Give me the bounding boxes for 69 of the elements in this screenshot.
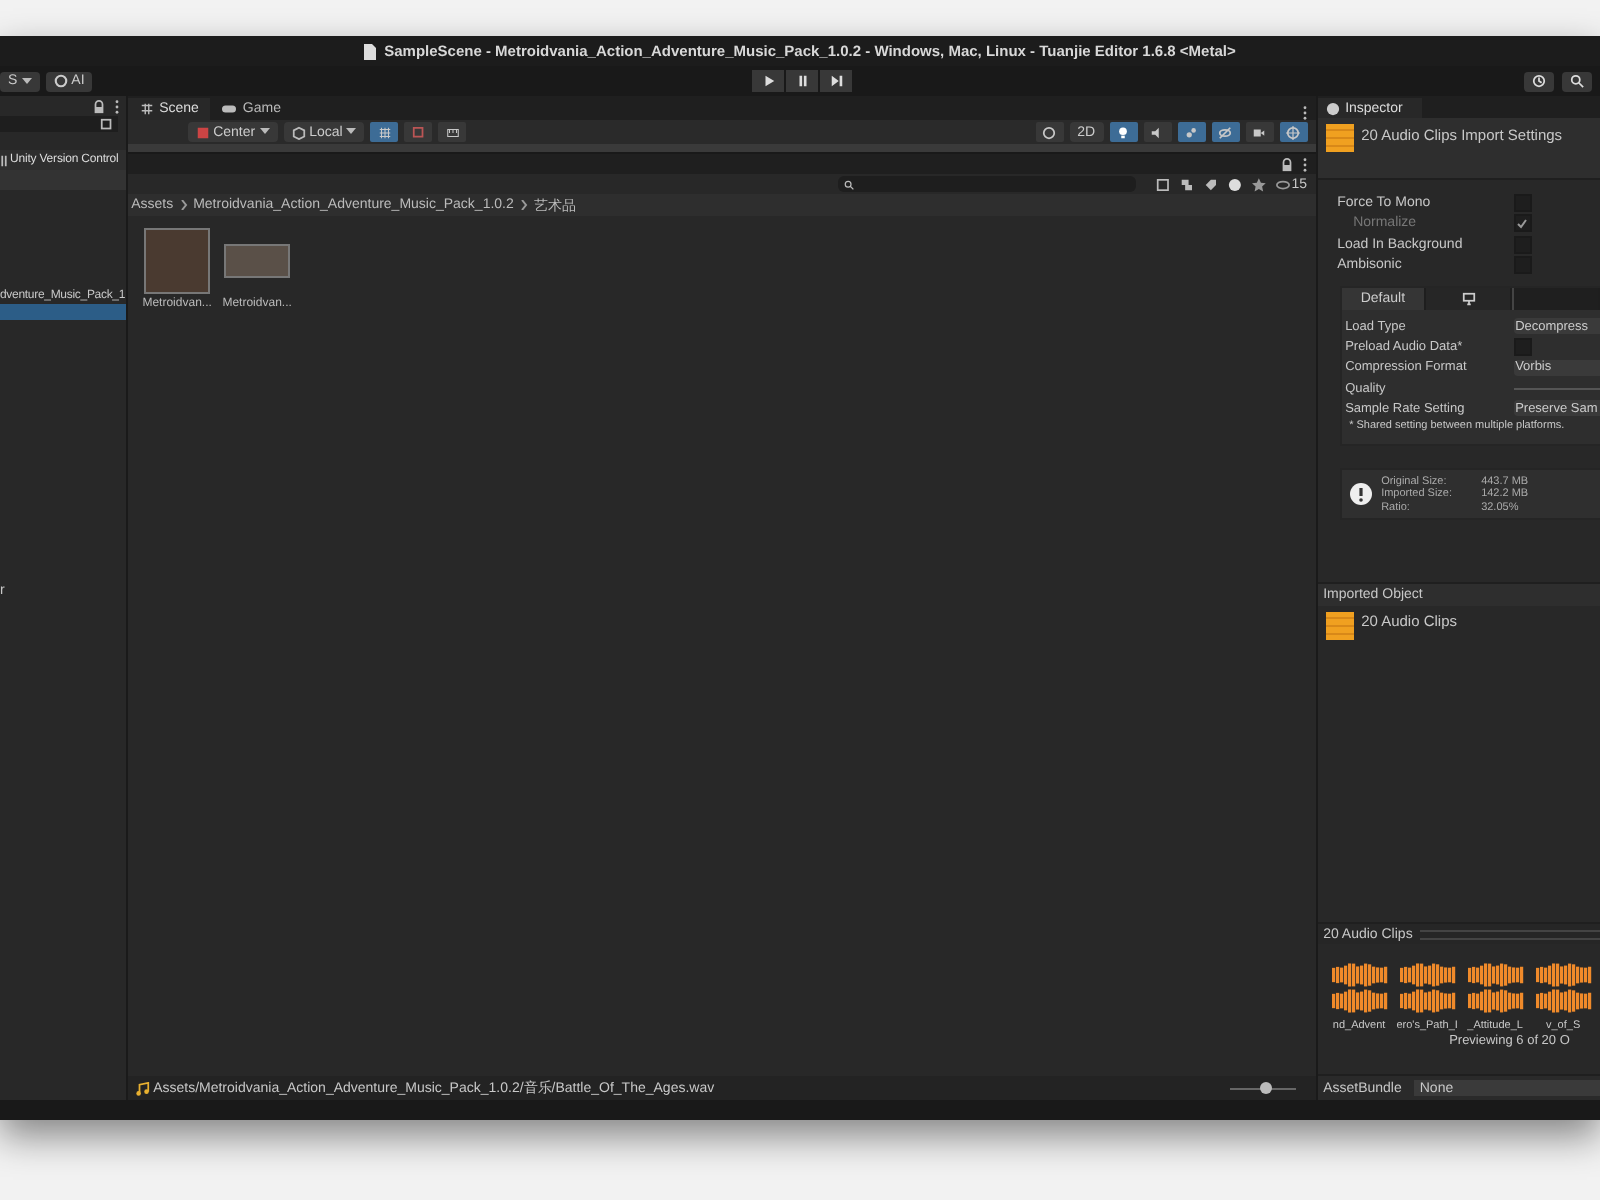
camera-icon bbox=[1252, 125, 1267, 139]
speaker-icon bbox=[1150, 125, 1165, 139]
chevron-icon bbox=[179, 200, 188, 210]
play-icon bbox=[761, 74, 775, 88]
search-filter-icon[interactable] bbox=[1156, 177, 1171, 191]
image-thumbnail bbox=[144, 228, 211, 294]
waveform-icon bbox=[1535, 962, 1592, 1014]
effects-icon bbox=[1184, 125, 1199, 139]
grid-icon bbox=[377, 125, 392, 139]
chevron-icon bbox=[519, 200, 528, 210]
toggle-button[interactable] bbox=[1109, 122, 1138, 142]
eye-icon bbox=[1275, 177, 1290, 191]
toggle-button[interactable] bbox=[1035, 122, 1064, 142]
eye-slash-icon bbox=[1218, 125, 1233, 139]
audio-clip-icon bbox=[1325, 124, 1354, 152]
toggle-button[interactable] bbox=[1143, 122, 1172, 142]
music-note-icon bbox=[135, 1081, 150, 1095]
lock-icon[interactable] bbox=[91, 99, 106, 113]
more-options-icon[interactable] bbox=[1301, 106, 1308, 120]
bulb-icon bbox=[1116, 125, 1131, 139]
toggle-button[interactable] bbox=[404, 122, 433, 142]
step-icon bbox=[829, 74, 843, 88]
pivot-icon bbox=[195, 125, 210, 139]
circle-icon bbox=[1042, 125, 1057, 139]
zoom-slider[interactable] bbox=[1229, 1081, 1296, 1095]
audio-clip-icon bbox=[1325, 612, 1354, 641]
lock-icon[interactable] bbox=[1279, 157, 1294, 171]
search-field[interactable] bbox=[837, 176, 1137, 192]
ruler-icon bbox=[445, 125, 460, 139]
waveform-icon bbox=[1331, 962, 1388, 1014]
more-options-icon[interactable] bbox=[1301, 157, 1308, 171]
grid-icon bbox=[139, 102, 154, 116]
slider-thumb[interactable] bbox=[1259, 1081, 1272, 1093]
square-icon bbox=[411, 125, 426, 139]
toggle-button[interactable] bbox=[1177, 122, 1206, 142]
toggle-button[interactable] bbox=[1279, 122, 1308, 142]
pause-button[interactable] bbox=[786, 70, 818, 92]
search-icon bbox=[843, 179, 854, 189]
search-icon bbox=[1570, 74, 1584, 88]
more-options-icon[interactable] bbox=[113, 99, 120, 113]
type-filter-icon[interactable] bbox=[1180, 177, 1195, 191]
waveform-icon bbox=[1467, 962, 1524, 1014]
play-button[interactable] bbox=[752, 70, 784, 92]
star-icon[interactable] bbox=[1251, 177, 1266, 191]
caret-icon bbox=[21, 77, 32, 85]
toggle-button[interactable] bbox=[1211, 122, 1240, 142]
toggle-button[interactable] bbox=[370, 122, 399, 142]
step-button[interactable] bbox=[820, 70, 852, 92]
toggle-button[interactable] bbox=[1245, 122, 1274, 142]
history-button[interactable] bbox=[1524, 71, 1554, 91]
history-icon bbox=[1532, 74, 1546, 88]
search-field[interactable] bbox=[0, 116, 118, 132]
waveform-icon bbox=[1399, 962, 1456, 1014]
caret-icon bbox=[259, 128, 270, 136]
checkbox[interactable] bbox=[1513, 337, 1532, 356]
monitor-icon bbox=[1461, 292, 1476, 306]
globe-icon bbox=[1286, 125, 1301, 139]
search-button[interactable] bbox=[1562, 71, 1592, 91]
image-thumbnail bbox=[224, 244, 291, 278]
caret-icon bbox=[346, 128, 357, 136]
pause-icon bbox=[795, 74, 809, 88]
toggle-button[interactable] bbox=[438, 122, 467, 142]
cube-icon bbox=[291, 125, 306, 139]
exclamation-icon bbox=[1347, 481, 1374, 508]
search-icon bbox=[99, 117, 114, 131]
document-icon bbox=[364, 43, 377, 59]
platform-tab[interactable] bbox=[1426, 288, 1513, 310]
checkmark-icon bbox=[1516, 217, 1529, 230]
info-icon bbox=[1325, 101, 1340, 115]
